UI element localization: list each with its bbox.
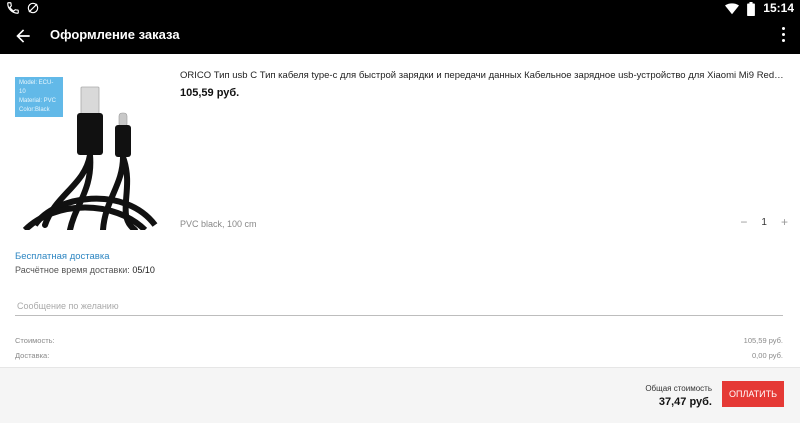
product-title[interactable]: ORICO Тип usb C Тип кабеля type-c для бы… — [180, 70, 788, 81]
product-price: 105,59 руб. — [180, 87, 240, 99]
cost-label: Стоимость: — [15, 336, 55, 345]
delivery-time-label: Расчётное время доставки: — [15, 265, 130, 275]
more-options-icon[interactable] — [780, 27, 786, 45]
pay-button[interactable]: ОПЛАТИТЬ — [722, 381, 784, 407]
status-bar: 15:14 — [0, 0, 800, 17]
cost-value: 105,59 руб. — [743, 336, 783, 345]
page-title: Оформление заказа — [50, 27, 180, 42]
quantity-stepper: − 1 + — [740, 215, 788, 229]
app-bar: Оформление заказа — [0, 17, 800, 54]
phone-icon — [7, 2, 19, 14]
free-shipping-link[interactable]: Бесплатная доставка — [15, 251, 110, 262]
back-arrow-icon[interactable] — [13, 26, 33, 46]
delivery-row: Доставка: 0,00 руб. — [15, 351, 783, 360]
total-value: 37,47 руб. — [658, 396, 712, 408]
quantity-value: 1 — [761, 216, 767, 228]
total-label: Общая стоимость — [645, 384, 712, 393]
message-input[interactable] — [15, 296, 783, 316]
status-time: 15:14 — [763, 1, 794, 15]
sync-off-icon — [27, 2, 39, 14]
product-variant: PVC black, 100 cm — [180, 219, 257, 229]
delivery-time-value: 05/10 — [132, 265, 155, 275]
wifi-icon — [725, 2, 740, 14]
increase-quantity-button[interactable]: + — [781, 215, 788, 229]
battery-icon — [747, 1, 756, 16]
delivery-time: Расчётное время доставки: 05/10 — [15, 265, 155, 275]
checkout-bar: Общая стоимость 37,47 руб. ОПЛАТИТЬ — [0, 367, 800, 423]
product-image-label: Model: ECU-10 Material: PVC Color:Black — [15, 77, 63, 117]
delivery-value: 0,00 руб. — [752, 351, 783, 360]
product-image[interactable]: Model: ECU-10 Material: PVC Color:Black — [15, 75, 165, 230]
decrease-quantity-button[interactable]: − — [740, 215, 747, 229]
cost-row: Стоимость: 105,59 руб. — [15, 336, 783, 345]
delivery-label: Доставка: — [15, 351, 50, 360]
